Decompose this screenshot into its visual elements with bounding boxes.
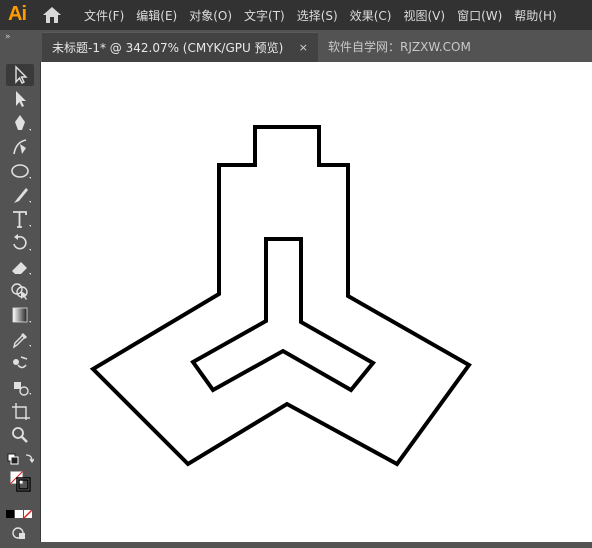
zoom-tool-icon[interactable] [6,424,34,446]
menu-bar: Ai 文件(F) 编辑(E) 对象(O) 文字(T) 选择(S) 效果(C) 视… [0,0,592,30]
menu-type[interactable]: 文字(T) [244,7,285,24]
blend-tool-icon[interactable] [6,352,34,374]
ellipse-tool-icon[interactable] [6,160,34,182]
menu-file[interactable]: 文件(F) [84,7,124,24]
tab-close-button[interactable]: × [299,33,308,63]
menu-items: 文件(F) 编辑(E) 对象(O) 文字(T) 选择(S) 效果(C) 视图(V… [84,0,569,30]
gradient-tool-icon[interactable] [6,304,34,326]
symbol-sprayer-tool-icon[interactable] [6,376,34,398]
swap-colors-icon[interactable] [6,450,35,470]
eraser-tool-icon[interactable] [6,256,34,278]
collapse-panel-icon[interactable]: » [5,32,10,42]
artboard-tool-icon[interactable] [6,400,34,422]
direct-selection-tool-icon[interactable] [6,88,34,110]
tools-panel [0,62,41,542]
color-mode-icon[interactable] [6,504,34,519]
tab-title: 未标题-1* @ 342.07% (CMYK/GPU 预览) [52,41,284,55]
tri-arm-outline-shape[interactable] [89,125,472,467]
eyedropper-tool-icon[interactable] [6,328,34,350]
selection-tool-icon[interactable] [6,64,34,86]
tab-document-inactive[interactable]: 软件自学网：RJZXW.COM [318,32,592,62]
shape-builder-tool-icon[interactable] [6,280,34,302]
home-icon[interactable] [42,6,62,24]
pen-tool-icon[interactable] [6,112,34,134]
draw-mode-icon[interactable] [6,522,34,539]
curvature-tool-icon[interactable] [6,136,34,158]
menu-window[interactable]: 窗口(W) [457,7,502,24]
document-tab-bar: » 未标题-1* @ 342.07% (CMYK/GPU 预览) × 软件自学网… [0,30,592,63]
tab-title-inactive: 软件自学网：RJZXW.COM [328,40,471,54]
menu-help[interactable]: 帮助(H) [514,7,556,24]
menu-select[interactable]: 选择(S) [297,7,338,24]
tab-document-active[interactable]: 未标题-1* @ 342.07% (CMYK/GPU 预览) × [42,32,318,63]
type-tool-icon[interactable] [6,208,34,230]
menu-object[interactable]: 对象(O) [189,7,232,24]
rotate-tool-icon[interactable] [6,232,34,254]
app-logo: Ai [8,3,27,25]
paintbrush-tool-icon[interactable] [6,184,34,206]
menu-view[interactable]: 视图(V) [403,7,445,24]
menu-effect[interactable]: 效果(C) [350,7,392,24]
artboard-canvas[interactable] [41,62,592,542]
menu-edit[interactable]: 编辑(E) [136,7,177,24]
fill-stroke-icon[interactable] [6,470,34,502]
